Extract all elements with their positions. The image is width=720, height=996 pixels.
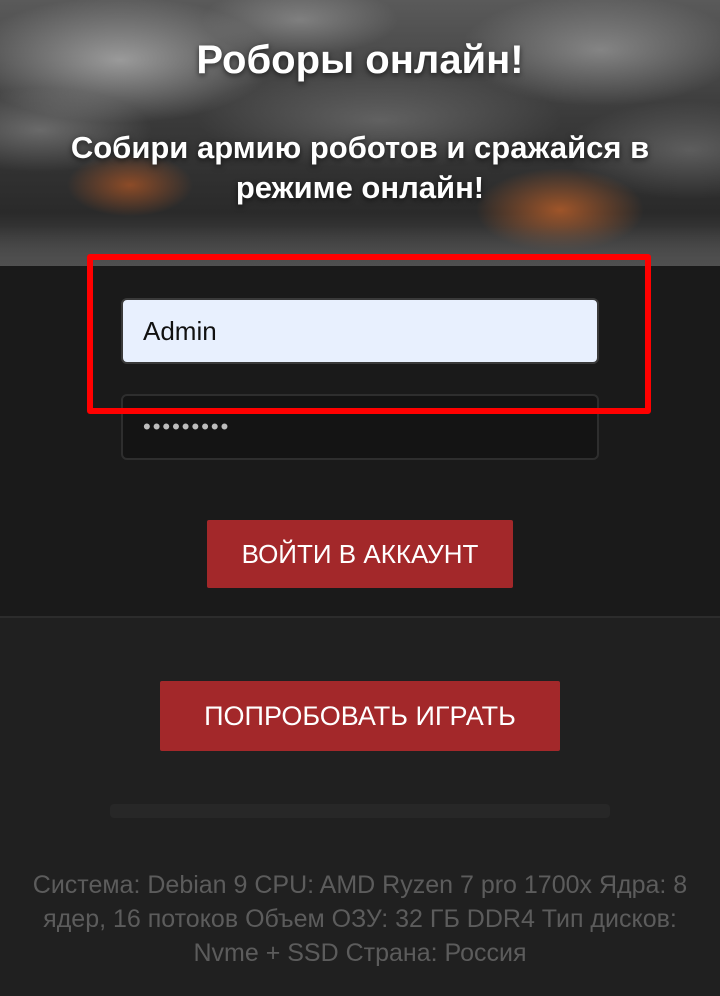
- hero-banner: Роборы онлайн! Собири армию роботов и ср…: [0, 0, 720, 266]
- login-button[interactable]: ВОЙТИ В АККАУНТ: [207, 520, 513, 588]
- page-subtitle: Собири армию роботов и сражайся в режиме…: [70, 130, 650, 205]
- try-play-button[interactable]: ПОПРОБОВАТЬ ИГРАТЬ: [160, 681, 560, 751]
- trial-section: ПОПРОБОВАТЬ ИГРАТЬ Система: Debian 9 CPU…: [0, 618, 720, 996]
- server-specs-text: Система: Debian 9 CPU: AMD Ryzen 7 pro 1…: [32, 871, 688, 967]
- hero-ground-shade: [0, 226, 720, 266]
- password-input[interactable]: [121, 394, 599, 460]
- page-title: Роборы онлайн!: [196, 38, 524, 82]
- login-form: ВОЙТИ В АККАУНТ: [0, 254, 720, 616]
- faint-text-line: [110, 804, 610, 818]
- username-input[interactable]: [121, 298, 599, 364]
